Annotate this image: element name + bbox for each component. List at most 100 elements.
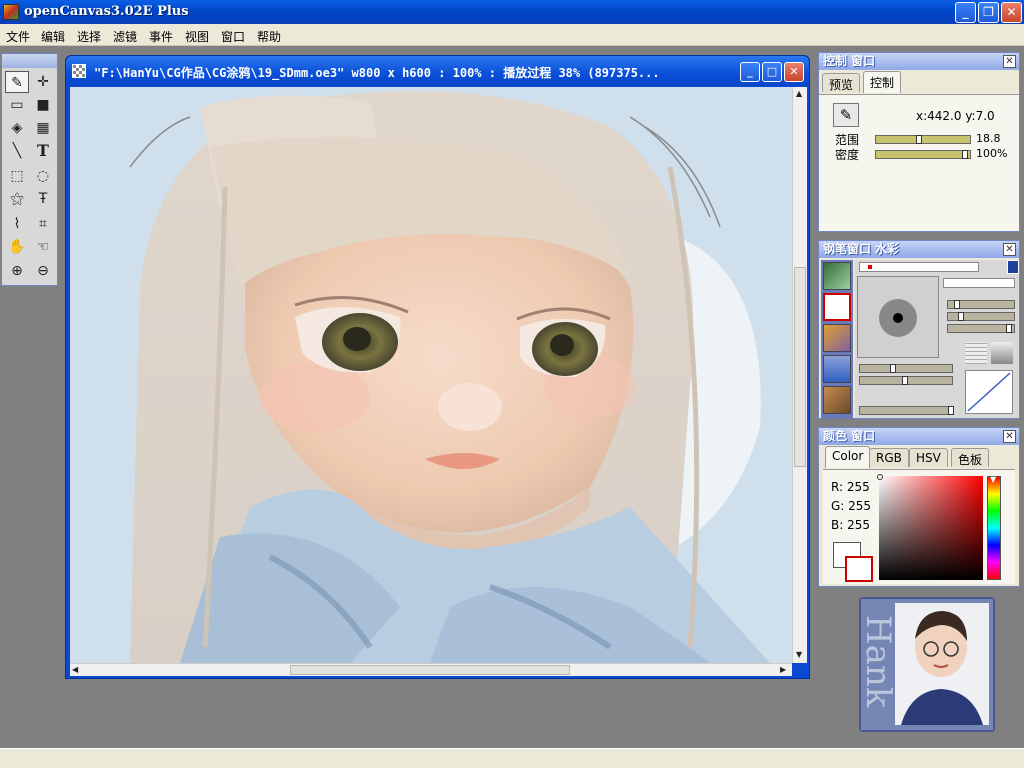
scroll-down-icon[interactable]: ▼ [796, 650, 802, 659]
brush-preview-icon[interactable]: ✎ [833, 103, 859, 127]
document-titlebar[interactable]: "F:\HanYu\CG作品\CG涂鸦\19_SDmm.oe3" w800 x … [66, 56, 809, 86]
brush-panel-title[interactable]: 钢笔窗口 水彩 ✕ [819, 241, 1019, 258]
brush-slider-1-knob[interactable] [954, 300, 960, 309]
tab-color[interactable]: Color [825, 446, 871, 468]
restore-button[interactable]: ❐ [978, 2, 999, 23]
pencil-brush-icon[interactable] [823, 386, 851, 414]
airbrush-icon[interactable] [823, 324, 851, 352]
brush-slider-1[interactable] [947, 300, 1015, 309]
menu-file[interactable]: 文件 [6, 28, 30, 45]
watercolor-brush-icon[interactable] [823, 293, 851, 321]
hand-tool-icon[interactable]: ✋ [5, 236, 29, 258]
tab-control[interactable]: 控制 [863, 71, 902, 93]
doc-maximize-button[interactable]: □ [762, 62, 782, 82]
doc-minimize-button[interactable]: _ [740, 62, 760, 82]
brush-slider-6[interactable] [859, 406, 954, 415]
pen-tool-icon[interactable]: ✎ [5, 71, 29, 93]
tab-preview[interactable]: 预览 [822, 73, 861, 92]
control-panel-close-icon[interactable]: ✕ [1003, 55, 1016, 68]
crop-tool-icon[interactable]: ⌗ [31, 213, 55, 235]
wand-tool-icon[interactable]: ⚝ [5, 188, 29, 210]
menu-view[interactable]: 视图 [185, 28, 209, 45]
brush-slider-3-knob[interactable] [1006, 324, 1012, 333]
color-panel-close-icon[interactable]: ✕ [1003, 430, 1016, 443]
brush-slider-3[interactable] [947, 324, 1015, 333]
text-select-tool-icon[interactable]: Ŧ [31, 188, 55, 210]
menu-edit[interactable]: 编辑 [41, 28, 65, 45]
brush-slider-6-knob[interactable] [948, 406, 954, 415]
scroll-left-icon[interactable]: ◀ [72, 665, 78, 674]
brush-slider-2[interactable] [947, 312, 1015, 321]
range-slider[interactable] [875, 135, 971, 144]
app-icon[interactable] [3, 4, 19, 20]
minimize-button[interactable]: _ [955, 2, 976, 23]
brush-slider-5-knob[interactable] [902, 376, 908, 385]
drawing-canvas[interactable] [70, 87, 792, 663]
save-icon[interactable] [1007, 260, 1019, 274]
line-tool-icon[interactable]: ╲ [5, 140, 29, 162]
close-button[interactable]: ✕ [1001, 2, 1022, 23]
brush-type-list [821, 260, 853, 419]
brush-shape-selector[interactable] [943, 278, 1015, 288]
brush-panel-close-icon[interactable]: ✕ [1003, 243, 1016, 256]
horizontal-scroll-thumb[interactable] [290, 665, 570, 675]
lasso-tool-icon[interactable]: ◌ [31, 165, 55, 187]
vertical-scrollbar[interactable]: ▲ ▼ [792, 87, 807, 663]
density-slider[interactable] [875, 150, 971, 159]
doc-close-button[interactable]: ✕ [784, 62, 804, 82]
hue-slider[interactable]: ▼ [987, 475, 1001, 580]
pen-brush-icon[interactable] [823, 262, 851, 290]
pressure-curve-line [967, 372, 1011, 412]
tab-rgb[interactable]: RGB [869, 448, 909, 467]
rect-fill-tool-icon[interactable]: ■ [31, 94, 55, 116]
brush-slider-4-knob[interactable] [890, 364, 896, 373]
gradient-tool-icon[interactable]: ▦ [31, 117, 55, 139]
svg-text:Hank: Hank [861, 615, 898, 708]
tool-palette-grip[interactable] [2, 54, 57, 68]
zoom-out-tool-icon[interactable]: ⊖ [31, 260, 55, 282]
rect-select-tool-icon[interactable]: ⬚ [5, 165, 29, 187]
move-tool-icon[interactable]: ✛ [31, 71, 55, 93]
brush-size-ruler[interactable] [859, 262, 979, 272]
tool-palette: ✎ ✛ ▭ ■ ◈ ▦ ╲ T ⬚ ◌ ⚝ Ŧ ⌇ ⌗ ✋ ☜ ⊕ ⊖ [1, 53, 58, 286]
menu-event[interactable]: 事件 [149, 28, 173, 45]
water-drop-icon[interactable] [823, 355, 851, 383]
blend-icon[interactable] [991, 342, 1013, 364]
brush-tip-core [893, 313, 903, 323]
brush-panel-title-text: 钢笔窗口 水彩 [823, 242, 900, 256]
scroll-right-icon[interactable]: ▶ [780, 665, 786, 674]
menu-select[interactable]: 选择 [77, 28, 101, 45]
rotate-hand-tool-icon[interactable]: ☜ [31, 236, 55, 258]
rect-outline-tool-icon[interactable]: ▭ [5, 94, 29, 116]
brush-slider-2-knob[interactable] [958, 312, 964, 321]
vertical-scroll-thumb[interactable] [794, 267, 806, 467]
pressure-curve[interactable] [965, 370, 1013, 414]
density-slider-knob[interactable] [962, 150, 968, 159]
horizontal-scrollbar[interactable]: ◀ ▶ [70, 663, 792, 676]
color-panel-title[interactable]: 颜色 窗口 ✕ [819, 428, 1019, 445]
text-tool-icon[interactable]: T [31, 140, 55, 162]
tab-hsv[interactable]: HSV [909, 448, 948, 467]
saturation-value-picker[interactable] [877, 474, 983, 580]
menu-bar: 文件 编辑 选择 滤镜 事件 视图 窗口 帮助 [0, 24, 1024, 46]
density-value: 100% [976, 147, 1008, 160]
control-panel-title[interactable]: 控制 窗口 ✕ [819, 53, 1019, 70]
eyedropper-tool-icon[interactable]: ⌇ [5, 213, 29, 235]
blue-value: B: 255 [831, 518, 870, 532]
scroll-up-icon[interactable]: ▲ [796, 89, 802, 98]
zoom-in-tool-icon[interactable]: ⊕ [5, 260, 29, 282]
range-slider-knob[interactable] [916, 135, 922, 144]
tab-swatches[interactable]: 色板 [951, 448, 990, 467]
menu-help[interactable]: 帮助 [257, 28, 281, 45]
brush-slider-5[interactable] [859, 376, 953, 385]
menu-filter[interactable]: 滤镜 [113, 28, 137, 45]
range-value: 18.8 [976, 132, 1001, 145]
secondary-color-swatch[interactable] [845, 556, 873, 582]
document-window: "F:\HanYu\CG作品\CG涂鸦\19_SDmm.oe3" w800 x … [65, 55, 810, 679]
color-panel-body: R: 255 G: 255 B: 255 ▼ [823, 469, 1015, 584]
menu-window[interactable]: 窗口 [221, 28, 245, 45]
brush-slider-4[interactable] [859, 364, 953, 373]
color-picker-cursor[interactable] [877, 474, 883, 480]
texture-icon[interactable] [965, 342, 987, 364]
bucket-tool-icon[interactable]: ◈ [5, 117, 29, 139]
